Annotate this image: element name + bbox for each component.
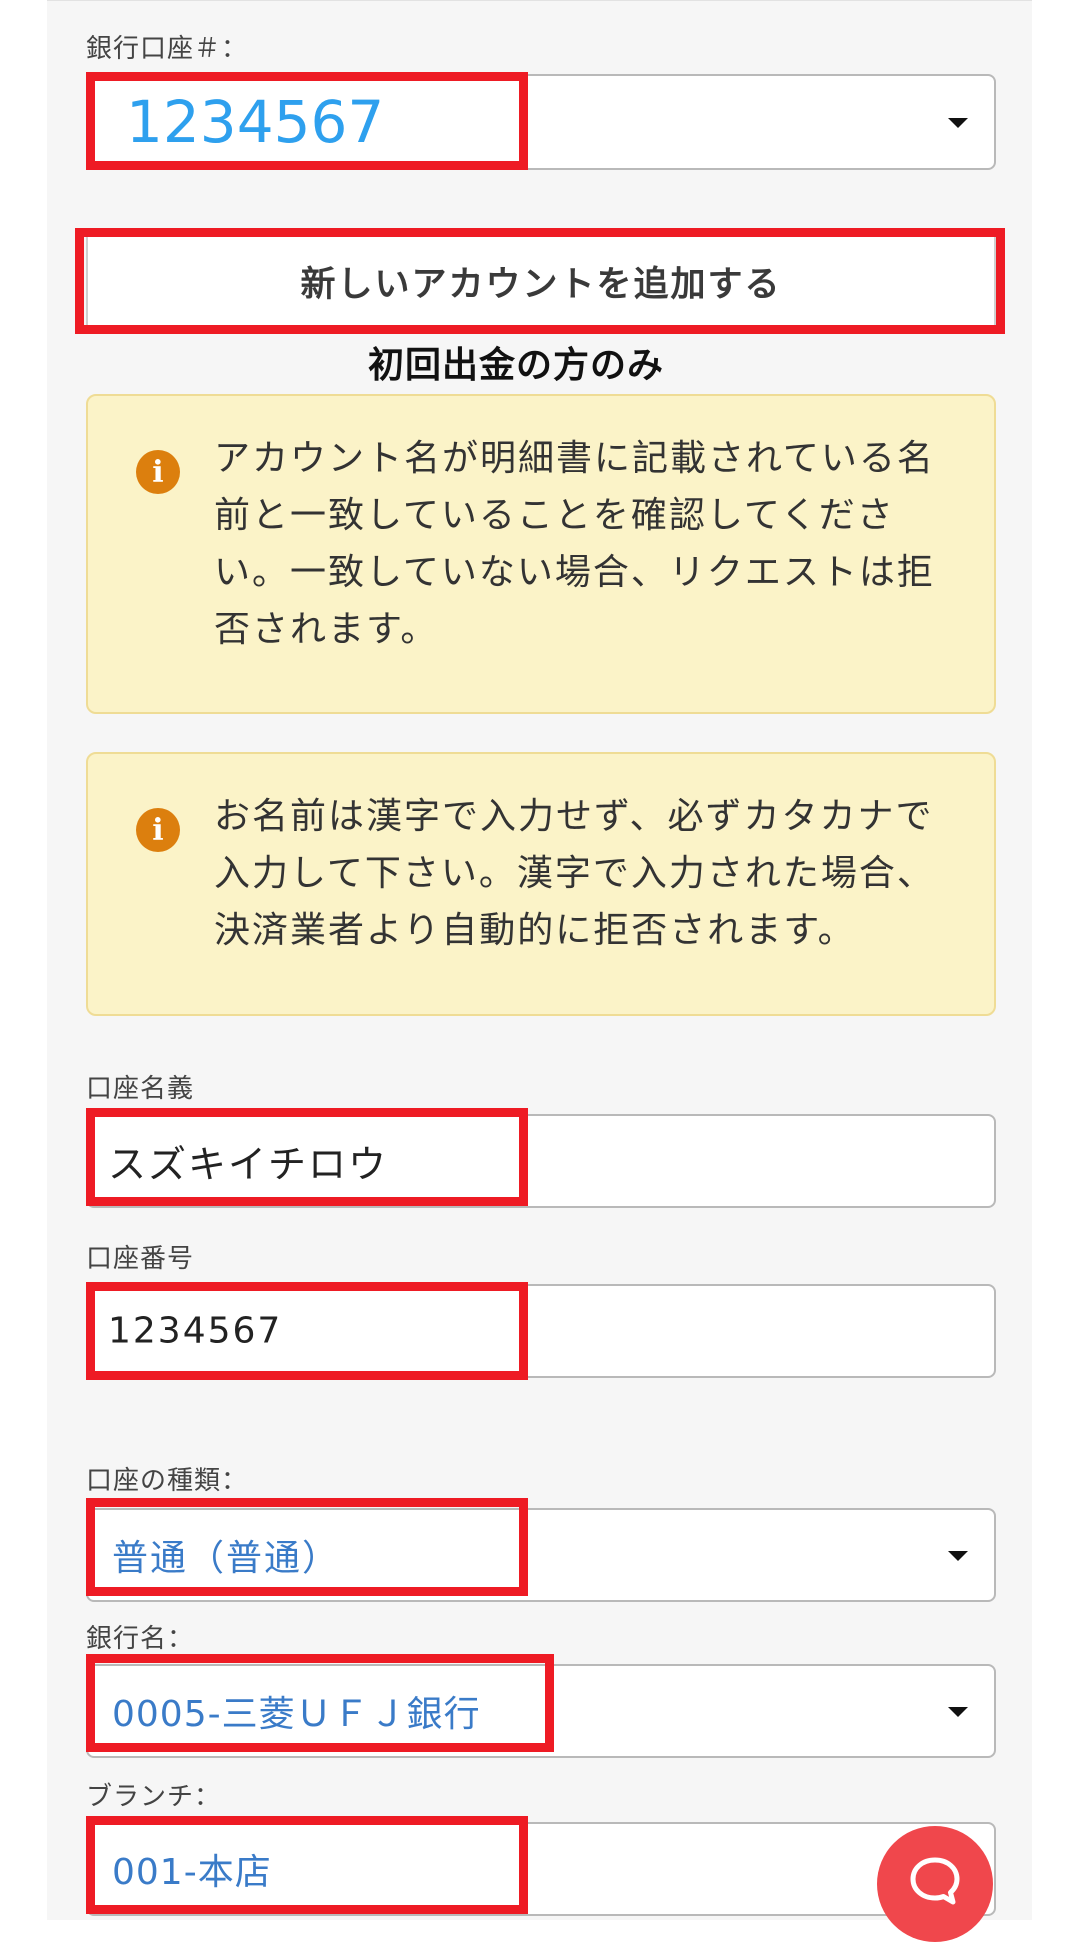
account-holder-label: 口座名義 <box>86 1074 195 1104</box>
chevron-down-icon <box>948 1707 968 1717</box>
account-type-label: 口座の種類： <box>86 1466 249 1496</box>
info-icon: i <box>136 450 180 494</box>
account-number-value: 1234567 <box>108 1310 283 1352</box>
bank-name-label: 銀行名： <box>86 1624 195 1654</box>
notice-text: お名前は漢字で入力せず、必ずカタカナで入力して下さい。漢字で入力された場合、決済… <box>214 796 935 951</box>
add-account-button[interactable]: 新しいアカウントを追加する <box>86 234 996 328</box>
notice-box: i アカウント名が明細書に記載されている名前と一致していることを確認してください… <box>86 394 996 714</box>
account-holder-value: スズキイチロウ <box>108 1142 389 1187</box>
branch-label: ブランチ： <box>86 1782 222 1812</box>
chat-button[interactable] <box>877 1826 993 1942</box>
notice-text: アカウント名が明細書に記載されている名前と一致していることを確認してください。一… <box>214 438 935 650</box>
bank-account-select[interactable]: 1234567 <box>86 74 996 170</box>
info-icon: i <box>136 808 180 852</box>
bank-name-value: 0005-三菱ＵＦＪ銀行 <box>112 1694 481 1735</box>
branch-select[interactable]: 001-本店 <box>86 1822 996 1916</box>
chevron-down-icon <box>948 1551 968 1561</box>
bank-account-value: 1234567 <box>126 88 385 156</box>
account-type-value: 普通（普通） <box>112 1538 341 1579</box>
bank-name-select[interactable]: 0005-三菱ＵＦＪ銀行 <box>86 1664 996 1758</box>
account-holder-input[interactable]: スズキイチロウ <box>86 1114 996 1208</box>
account-number-label: 口座番号 <box>86 1244 195 1274</box>
branch-value: 001-本店 <box>112 1852 272 1893</box>
account-type-select[interactable]: 普通（普通） <box>86 1508 996 1602</box>
chat-bubble-icon <box>910 1857 960 1905</box>
bank-account-label: 銀行口座＃： <box>86 34 249 64</box>
chevron-down-icon <box>948 118 968 128</box>
account-number-input[interactable]: 1234567 <box>86 1284 996 1378</box>
first-withdrawal-note: 初回出金の方のみ <box>367 345 664 386</box>
notice-box: i お名前は漢字で入力せず、必ずカタカナで入力して下さい。漢字で入力された場合、… <box>86 752 996 1016</box>
